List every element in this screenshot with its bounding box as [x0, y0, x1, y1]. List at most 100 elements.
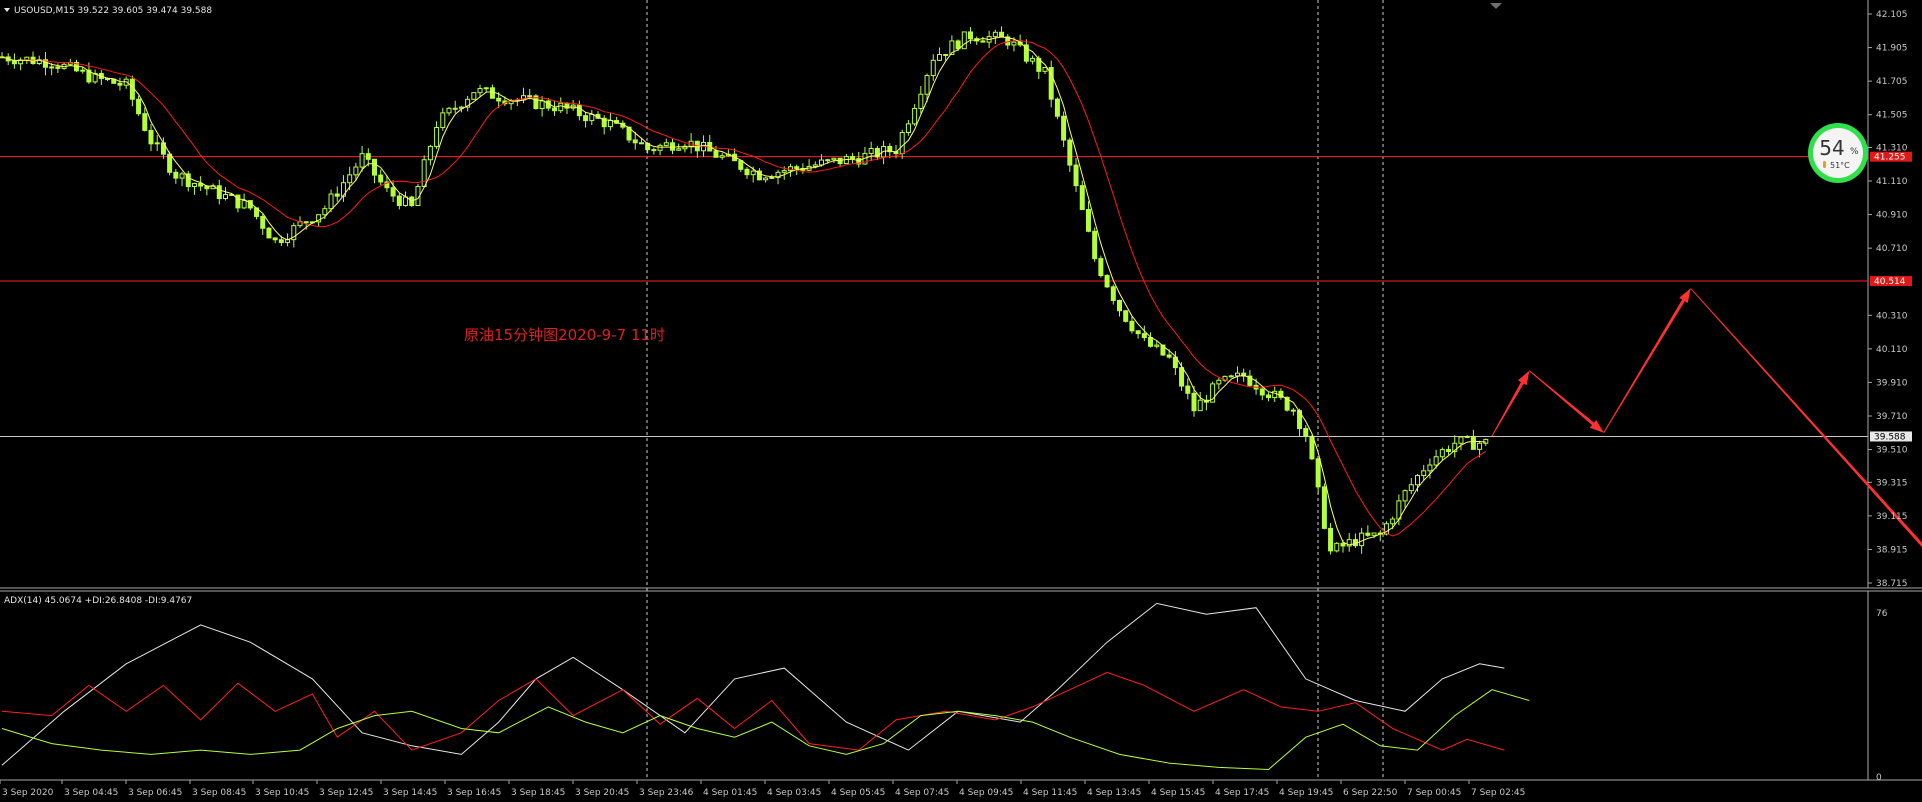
- candle-body: [1154, 344, 1160, 347]
- performance-gauge[interactable]: 54 % 51°C: [1808, 123, 1868, 183]
- candle-body: [241, 200, 247, 209]
- candle-body: [440, 112, 446, 129]
- candle-body: [1464, 435, 1470, 438]
- candle-body: [390, 187, 396, 197]
- candle-body: [1408, 484, 1414, 492]
- x-axis-tick-label: 7 Sep 00:45: [1407, 788, 1461, 798]
- candle-body: [968, 31, 973, 40]
- candle-body: [670, 142, 675, 151]
- candle-body: [955, 40, 961, 50]
- candle-body: [173, 171, 179, 179]
- candle-body: [148, 129, 154, 145]
- candle-body: [1315, 458, 1321, 488]
- candle-body: [378, 174, 384, 183]
- x-axis-tick-label: 3 Sep 2020: [2, 788, 54, 798]
- candle-body: [1439, 449, 1445, 458]
- candle-body: [223, 194, 228, 200]
- candle-body: [396, 195, 402, 206]
- x-axis-tick-label: 4 Sep 03:45: [767, 788, 821, 798]
- candle-body: [1371, 532, 1377, 536]
- candle-body: [347, 174, 353, 184]
- candle-body: [1098, 258, 1104, 277]
- candle-body: [1104, 275, 1110, 288]
- candle-body: [980, 40, 986, 43]
- candle-body: [527, 95, 533, 98]
- x-axis-tick-label: 7 Sep 02:45: [1471, 788, 1525, 798]
- candle-body: [539, 100, 545, 110]
- candle-body: [713, 150, 719, 158]
- candle-body: [1030, 57, 1036, 62]
- thermometer-icon: [1823, 161, 1826, 168]
- candle-body: [1290, 409, 1296, 412]
- candle-body: [1135, 330, 1141, 335]
- candle-body: [1092, 230, 1098, 260]
- candle-body: [80, 69, 86, 72]
- candle-body: [1266, 394, 1271, 399]
- gauge-temperature: 51°C: [1830, 161, 1850, 170]
- candle-body: [471, 92, 477, 100]
- candle-body: [1340, 542, 1346, 547]
- candle-body: [142, 113, 148, 131]
- y-axis-tick-label: 39.510: [1876, 446, 1908, 456]
- candle-body: [1309, 435, 1315, 460]
- x-axis-tick-label: 4 Sep 09:45: [959, 788, 1013, 798]
- candle-body: [1117, 299, 1122, 312]
- candle-body: [819, 159, 824, 166]
- candle-body: [1085, 209, 1091, 232]
- candle-body: [1042, 67, 1048, 72]
- x-axis-tick-label: 3 Sep 14:45: [383, 788, 437, 798]
- candle-body: [576, 104, 582, 117]
- candle-body: [1272, 390, 1278, 399]
- candle-body: [1259, 388, 1265, 396]
- candle-body: [372, 158, 377, 176]
- candle-body: [1179, 367, 1185, 387]
- candle-body: [763, 177, 769, 181]
- candle-body: [359, 153, 365, 168]
- trading-chart[interactable]: 41.255 40.514 39.588 42.105 41.905 41.705 41.…: [0, 0, 1922, 802]
- candle-body: [831, 157, 837, 161]
- candle-body: [1061, 115, 1067, 141]
- candle-body: [999, 31, 1005, 38]
- x-axis-tick-label: 3 Sep 12:45: [319, 788, 373, 798]
- price-pane-title: USOUSD,M15 39.522 39.605 39.474 39.588: [14, 6, 212, 16]
- candle-body: [136, 98, 142, 115]
- candle-body: [1166, 354, 1172, 358]
- candle-body: [446, 107, 452, 114]
- y-axis-tick-label: 41.310: [1876, 143, 1908, 153]
- y-axis-tick-label: 38.915: [1876, 545, 1908, 555]
- candle-body: [651, 149, 657, 152]
- candle-body: [912, 107, 918, 125]
- candle-body: [1054, 98, 1060, 117]
- candle-body: [1470, 435, 1476, 450]
- candle-body: [1433, 456, 1439, 466]
- candle-body: [403, 196, 409, 206]
- candle-body: [421, 159, 427, 188]
- candle-body: [191, 182, 197, 188]
- candle-body: [943, 53, 949, 56]
- x-axis-tick-label: 4 Sep 07:45: [895, 788, 949, 798]
- candle-body: [1079, 185, 1085, 211]
- adx-axis-tick-label: 76: [1876, 609, 1888, 619]
- candle-body: [260, 215, 266, 229]
- candle-body: [483, 87, 489, 90]
- candle-body: [1415, 475, 1420, 486]
- candle-body: [924, 75, 930, 95]
- candle-body: [1216, 379, 1222, 385]
- candle-body: [1141, 333, 1147, 339]
- candle-body: [1402, 490, 1408, 502]
- candle-body: [1446, 449, 1452, 452]
- candle-body: [930, 59, 936, 77]
- candle-body: [1234, 372, 1240, 377]
- candle-body: [1110, 286, 1116, 301]
- candle-body: [676, 148, 682, 151]
- candle-body: [328, 193, 334, 210]
- candle-body: [322, 208, 328, 216]
- candle-body: [303, 221, 309, 224]
- x-axis-tick-label: 3 Sep 06:45: [128, 788, 182, 798]
- candle-body: [117, 82, 123, 86]
- candle-body: [1328, 527, 1334, 552]
- candle-body: [607, 120, 613, 128]
- candle-body: [434, 127, 440, 147]
- candle-body: [129, 78, 135, 100]
- x-axis-tick-label: 4 Sep 19:45: [1279, 788, 1333, 798]
